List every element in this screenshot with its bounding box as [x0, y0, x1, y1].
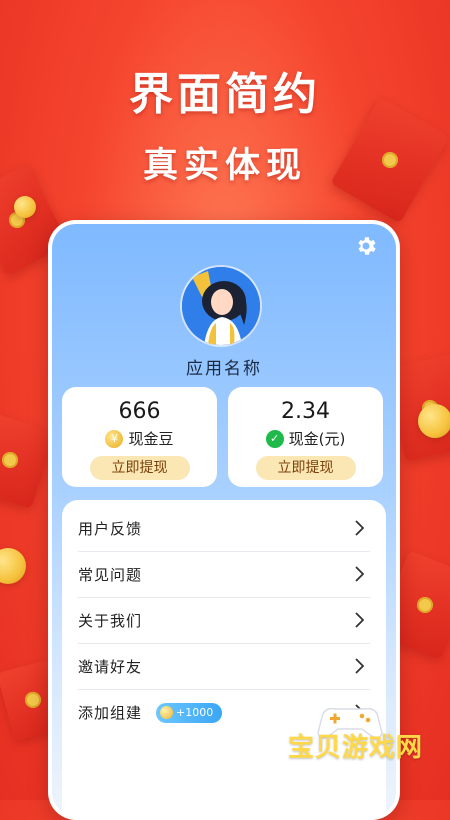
wechat-icon: ✓	[265, 429, 284, 448]
cash-balance-card: 2.34 ✓ 现金(元) 立即提现	[228, 387, 383, 487]
watermark-url: baobeiy.com	[302, 763, 378, 777]
watermark-title: 宝贝游戏网	[288, 733, 424, 763]
menu-item-faq[interactable]: 常见问题	[78, 552, 370, 598]
cash-balance-unit-row: ✓ 现金(元)	[228, 428, 383, 449]
cash-beans-card: 666 ¥ 现金豆 立即提现	[62, 387, 217, 487]
site-watermark: 宝贝游戏网 baobeiy.com	[280, 703, 450, 783]
menu-item-label: 添加组建	[78, 704, 143, 722]
cash-balance-label: 现金(元)	[288, 430, 346, 448]
reward-badge-text: +1000	[176, 705, 214, 719]
decor-coin	[14, 196, 36, 218]
reward-badge: +1000	[156, 702, 223, 723]
chevron-right-icon	[355, 612, 364, 628]
headline-primary: 界面简约	[129, 69, 321, 120]
menu-item-feedback[interactable]: 用户反馈	[78, 506, 370, 552]
menu-item-label: 常见问题	[78, 566, 143, 584]
gear-icon[interactable]	[354, 234, 378, 258]
chevron-right-icon	[355, 658, 364, 674]
menu-item-invite[interactable]: 邀请好友	[78, 644, 370, 690]
decor-coin	[0, 548, 26, 584]
cash-balance-value: 2.34	[281, 399, 330, 424]
menu-item-label: 关于我们	[78, 612, 143, 630]
withdraw-beans-button[interactable]: 立即提现	[89, 456, 190, 480]
app-name: 应用名称	[186, 359, 262, 379]
menu-item-about[interactable]: 关于我们	[78, 598, 370, 644]
avatar[interactable]	[180, 265, 262, 347]
chevron-right-icon	[355, 566, 364, 582]
coin-icon: ¥	[105, 429, 124, 448]
cash-beans-value: 666	[118, 399, 161, 424]
cash-beans-unit-row: ¥ 现金豆	[62, 428, 217, 449]
avatar-illustration	[182, 267, 260, 345]
menu-item-label: 邀请好友	[78, 658, 143, 676]
coin-icon	[160, 706, 174, 719]
headline-secondary: 真实体现	[142, 146, 307, 186]
chevron-right-icon	[355, 520, 364, 536]
menu-item-label: 用户反馈	[78, 520, 143, 538]
decor-coin	[418, 404, 450, 438]
cash-beans-label: 现金豆	[128, 430, 174, 448]
withdraw-cash-button[interactable]: 立即提现	[255, 456, 356, 480]
